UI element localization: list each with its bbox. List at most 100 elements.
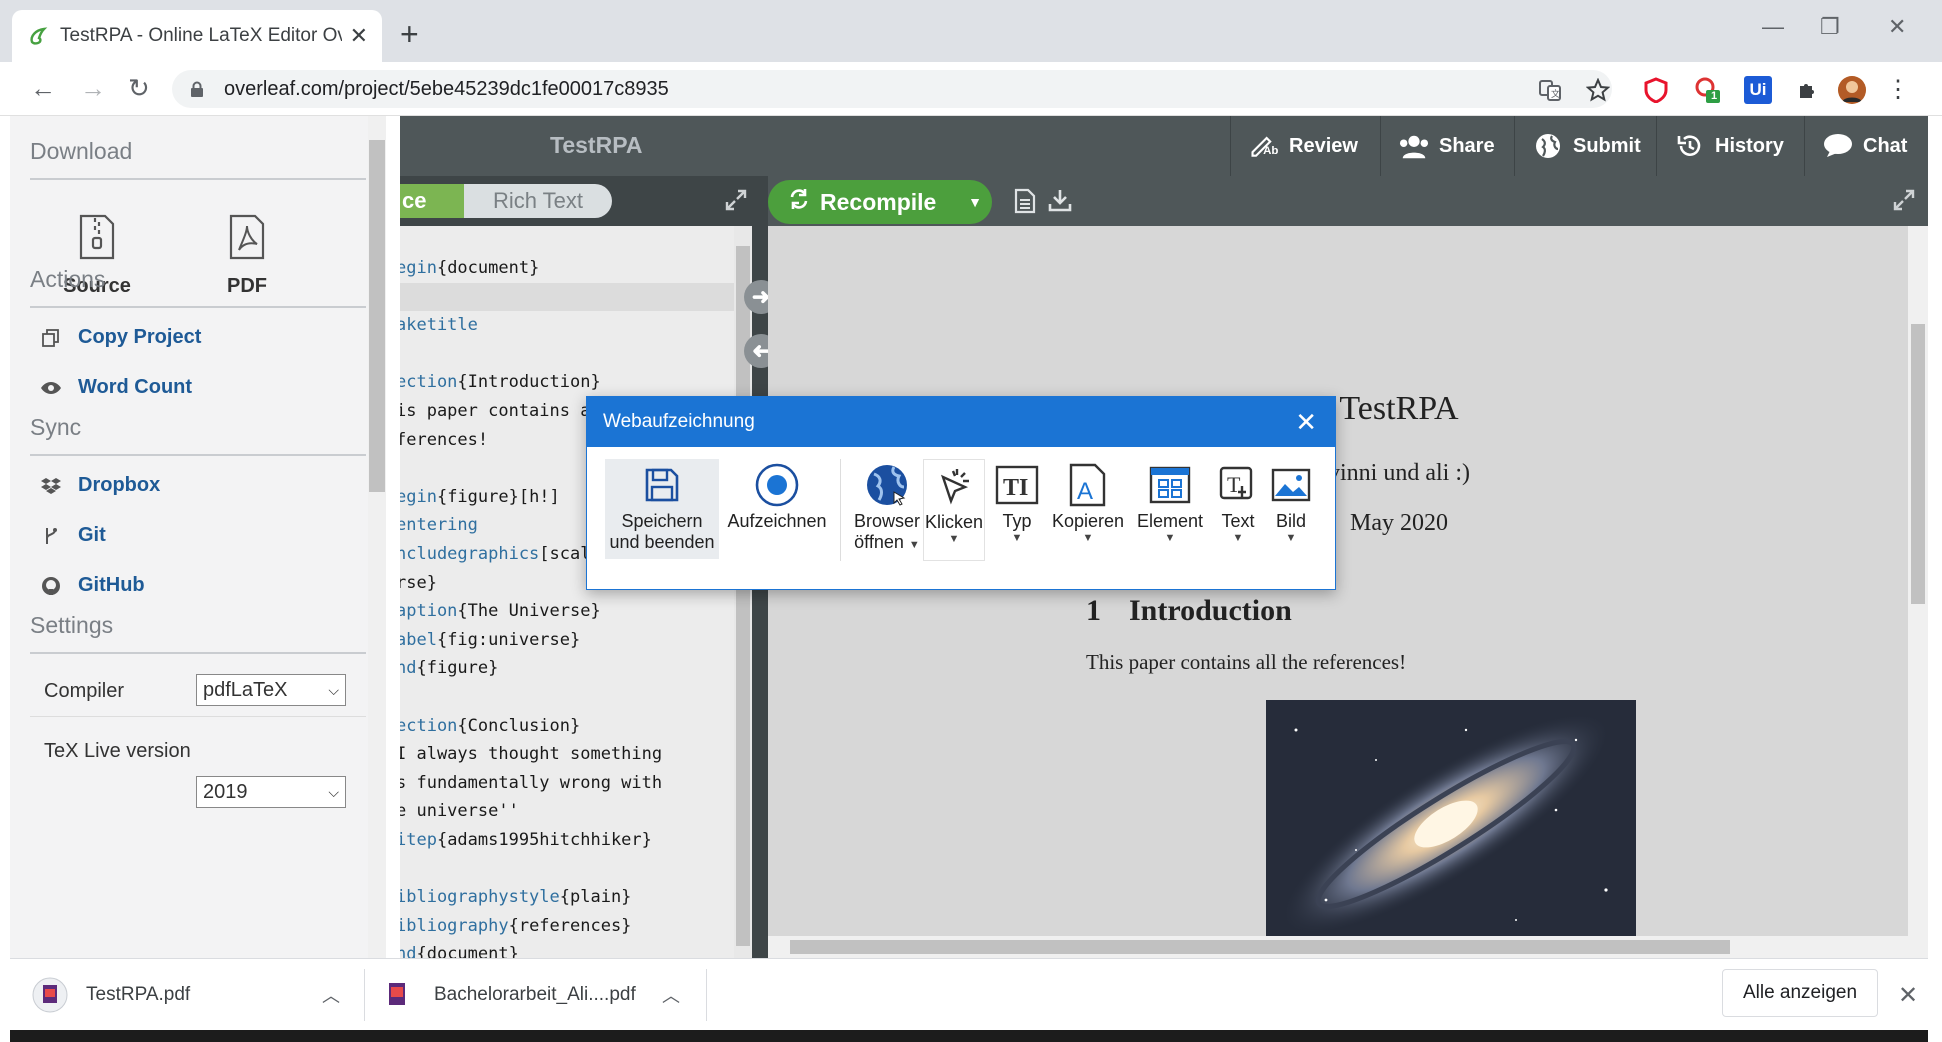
- ublock-shield-icon[interactable]: [1642, 76, 1670, 104]
- pdf-section-title: Introduction: [1129, 594, 1292, 627]
- reload-icon[interactable]: ↻: [128, 74, 150, 102]
- code-line[interactable]: egin{document}: [400, 254, 734, 283]
- download-pdf-icon[interactable]: [1048, 188, 1072, 217]
- new-tab-button[interactable]: +: [400, 18, 419, 50]
- browser-tab[interactable]: TestRPA - Online LaTeX Editor Ov ✕: [12, 10, 382, 62]
- extensions-puzzle-icon[interactable]: [1794, 76, 1822, 104]
- pdf-horizontal-scrollbar-thumb[interactable]: [790, 940, 1730, 954]
- code-line[interactable]: itep{adams1995hitchhiker}: [400, 826, 734, 855]
- extension-badge-icon[interactable]: 1: [1694, 76, 1722, 104]
- pdf-viewer[interactable]: TestRPA vinni und ali :) May 2020 1 Intro…: [768, 226, 1908, 958]
- code-line[interactable]: nd{document}: [400, 940, 734, 958]
- history-button[interactable]: History: [1656, 116, 1804, 176]
- log-file-icon[interactable]: [1014, 188, 1036, 219]
- uipath-extension-icon[interactable]: Ui: [1744, 76, 1772, 104]
- copy-button[interactable]: A Kopieren ▼: [1047, 459, 1129, 544]
- record-button[interactable]: Aufzeichnen: [727, 459, 827, 532]
- expand-pdf-icon[interactable]: [1892, 188, 1916, 217]
- image-button[interactable]: Bild ▼: [1263, 459, 1319, 544]
- code-line[interactable]: ibliographystyle{plain}: [400, 883, 734, 912]
- code-line[interactable]: [400, 282, 734, 312]
- tab-title: TestRPA - Online LaTeX Editor Ov: [60, 25, 342, 46]
- source-toggle[interactable]: ce: [400, 184, 464, 218]
- text-button[interactable]: T Text ▼: [1211, 459, 1265, 544]
- show-all-downloads-button[interactable]: Alle anzeigen: [1722, 969, 1878, 1017]
- code-editor[interactable]: egin{document} aketitle ection{Introductio…: [400, 226, 734, 958]
- pdf-vertical-scrollbar[interactable]: [1908, 226, 1928, 958]
- code-line[interactable]: ibliography{references}: [400, 912, 734, 941]
- pdf-vertical-scrollbar-thumb[interactable]: [1911, 324, 1925, 604]
- chevron-up-icon[interactable]: ︿: [322, 982, 340, 1008]
- browser-menu-icon[interactable]: ⋮: [1884, 76, 1912, 104]
- dropdown-caret-icon[interactable]: ▼: [1211, 532, 1265, 544]
- back-icon[interactable]: ←: [30, 74, 56, 102]
- save-and-exit-button[interactable]: Speichern und beenden: [605, 459, 719, 559]
- review-button[interactable]: Ab Review: [1230, 116, 1380, 176]
- texlive-select[interactable]: 2019 ⌵: [196, 776, 346, 808]
- window-close-icon[interactable]: ✕: [1888, 14, 1906, 40]
- shelf-separator: [706, 969, 707, 1021]
- code-line[interactable]: e universe'': [400, 797, 734, 826]
- code-line[interactable]: I always thought something: [400, 740, 734, 769]
- submit-button[interactable]: Submit: [1514, 116, 1656, 176]
- chevron-up-icon[interactable]: ︿: [662, 982, 680, 1008]
- dropdown-caret-icon[interactable]: ▼: [909, 539, 920, 551]
- translate-icon[interactable]: 文: [1536, 76, 1564, 104]
- bookmark-star-icon[interactable]: [1584, 76, 1612, 104]
- dropdown-caret-icon[interactable]: ▼: [1263, 532, 1319, 544]
- restore-icon[interactable]: ❐: [1820, 14, 1840, 40]
- chevron-down-icon: ⌵: [328, 783, 339, 800]
- download-item[interactable]: Bachelorarbeit_Ali....pdf ︿: [380, 959, 692, 1031]
- tab-close-icon[interactable]: ✕: [350, 23, 368, 49]
- open-browser-line1: Browser: [853, 511, 920, 531]
- code-line[interactable]: s fundamentally wrong with: [400, 769, 734, 798]
- compiler-select[interactable]: pdfLaTeX ⌵: [196, 674, 346, 706]
- share-button[interactable]: Share: [1380, 116, 1514, 176]
- dropdown-caret-icon[interactable]: ▼: [1129, 532, 1211, 544]
- dropbox-link[interactable]: Dropbox: [40, 474, 160, 497]
- chat-button[interactable]: Chat: [1804, 116, 1928, 176]
- code-argument: {document}: [416, 944, 519, 958]
- dropdown-caret-icon[interactable]: ▼: [1047, 532, 1129, 544]
- download-pdf-button[interactable]: PDF: [192, 214, 302, 298]
- expand-editor-icon[interactable]: [724, 188, 748, 217]
- download-item[interactable]: TestRPA.pdf ︿: [32, 959, 350, 1031]
- address-bar[interactable]: overleaf.com/project/5ebe45239dc1fe00017…: [172, 70, 1612, 108]
- rich-text-toggle[interactable]: Rich Text: [464, 184, 612, 218]
- code-line[interactable]: ection{Conclusion}: [400, 712, 734, 741]
- dropdown-caret-icon[interactable]: ▼: [924, 533, 984, 545]
- type-button[interactable]: TI Typ ▼: [987, 459, 1047, 544]
- code-line[interactable]: [400, 854, 734, 883]
- element-button[interactable]: Element ▼: [1129, 459, 1211, 544]
- pdf-horizontal-scrollbar[interactable]: [768, 936, 1908, 958]
- copy-project-link[interactable]: Copy Project: [40, 326, 201, 349]
- extension-badge-count: 1: [1711, 90, 1718, 102]
- code-line[interactable]: aketitle: [400, 311, 734, 340]
- code-line[interactable]: nd{figure}: [400, 654, 734, 683]
- profile-avatar[interactable]: [1838, 76, 1866, 104]
- shelf-close-icon[interactable]: ✕: [1898, 981, 1918, 1010]
- code-line[interactable]: [400, 683, 734, 712]
- editor-scrollbar[interactable]: [734, 226, 752, 958]
- panel-scrollbar[interactable]: [368, 116, 386, 958]
- dropdown-caret-icon[interactable]: ▼: [987, 532, 1047, 544]
- github-link[interactable]: GitHub: [40, 574, 145, 597]
- dialog-close-icon[interactable]: ✕: [1295, 409, 1317, 435]
- code-line[interactable]: aption{The Universe}: [400, 597, 734, 626]
- forward-icon[interactable]: →: [80, 74, 106, 102]
- click-button[interactable]: Klicken ▼: [923, 459, 985, 561]
- recompile-button[interactable]: Recompile ▼: [768, 180, 992, 224]
- git-link[interactable]: Git: [40, 524, 106, 547]
- open-browser-line2: öffnen ▼: [854, 532, 920, 552]
- code-line[interactable]: ection{Introduction}: [400, 368, 734, 397]
- code-line[interactable]: [400, 340, 734, 369]
- cursor-click-icon: [924, 460, 984, 512]
- word-count-link[interactable]: Word Count: [40, 376, 192, 399]
- panel-scrollbar-thumb[interactable]: [369, 140, 385, 492]
- minimize-icon[interactable]: —: [1762, 14, 1784, 40]
- code-line[interactable]: abel{fig:universe}: [400, 626, 734, 655]
- open-browser-button[interactable]: Browser öffnen ▼: [849, 459, 925, 553]
- word-count-label: Word Count: [78, 376, 193, 398]
- recompile-dropdown-icon[interactable]: ▼: [968, 194, 982, 210]
- web-recorder-titlebar[interactable]: Webaufzeichnung ✕: [587, 397, 1335, 447]
